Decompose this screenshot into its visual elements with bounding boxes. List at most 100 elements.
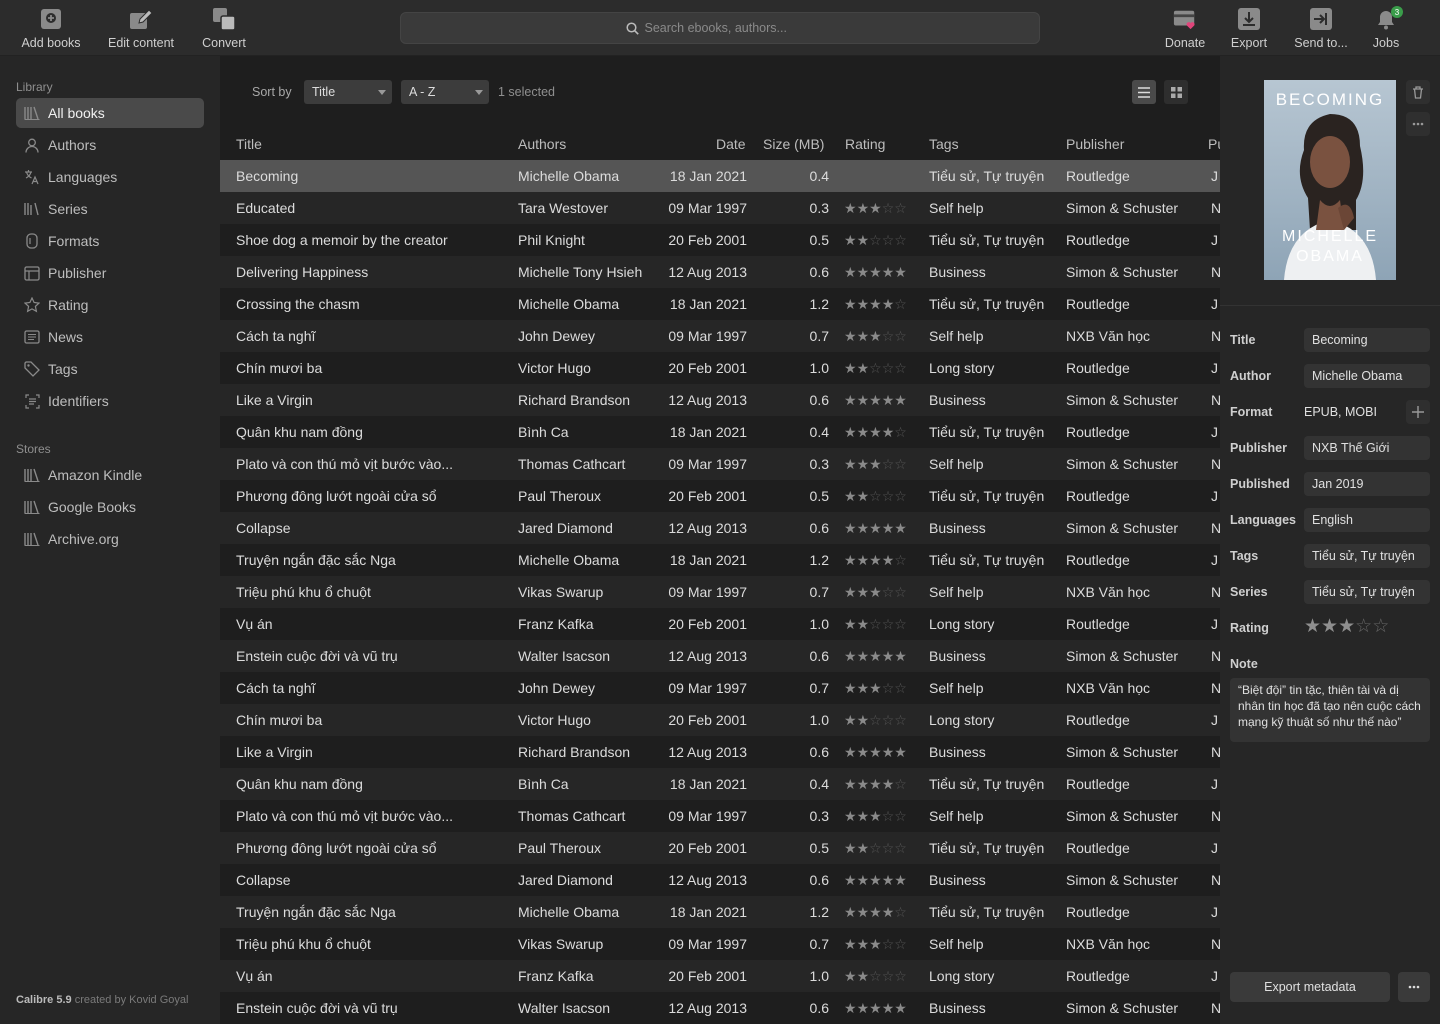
grid-view-button[interactable] bbox=[1164, 80, 1188, 104]
table-row[interactable]: Cách ta nghĩ John Dewey 09 Mar 1997 0.7 Self… bbox=[220, 672, 1220, 704]
sidebar-item-label: All books bbox=[48, 105, 105, 121]
cell-tags: Business bbox=[929, 872, 986, 888]
table-row[interactable]: Like a Virgin Richard Brandson 12 Aug 2013… bbox=[220, 384, 1220, 416]
table-row[interactable]: Delivering Happiness Michelle Tony Hsieh 1… bbox=[220, 256, 1220, 288]
sidebar-item-publisher[interactable]: Publisher bbox=[16, 258, 204, 288]
cell-size: 0.3 bbox=[809, 200, 829, 216]
book-cover-image[interactable]: BECOMING MICHELLE OBAMA bbox=[1264, 80, 1396, 280]
send-to-button[interactable]: Send to... bbox=[1290, 0, 1352, 56]
table-row[interactable]: Plato và con thú mỏ vịt bước vào... Thoma… bbox=[220, 448, 1220, 480]
cell-tags: Business bbox=[929, 648, 986, 664]
cell-size: 0.4 bbox=[809, 424, 829, 440]
table-row[interactable]: Vụ án Franz Kafka 20 Feb 2001 1.0 Long story… bbox=[220, 960, 1220, 992]
table-row[interactable]: Truyện ngắn đặc sắc Nga Michelle Obama 18 … bbox=[220, 544, 1220, 576]
cell-title: Phương đông lướt ngoài cửa sổ bbox=[236, 488, 437, 504]
delete-book-button[interactable] bbox=[1406, 80, 1430, 104]
cell-publisher: Routledge bbox=[1066, 232, 1130, 248]
sidebar-item-all-books[interactable]: All books bbox=[16, 98, 204, 128]
donate-button[interactable]: Donate bbox=[1160, 0, 1210, 56]
languages-field[interactable]: English bbox=[1304, 508, 1430, 532]
sidebar-item-news[interactable]: News bbox=[16, 322, 204, 352]
search-input[interactable] bbox=[644, 21, 815, 35]
table-row[interactable]: Truyện ngắn đặc sắc Nga Michelle Obama 18 … bbox=[220, 896, 1220, 928]
cell-title: Triệu phú khu ổ chuột bbox=[236, 936, 371, 952]
edit-content-button[interactable]: Edit content bbox=[104, 0, 178, 56]
table-row[interactable]: Cách ta nghĩ John Dewey 09 Mar 1997 0.7 Self… bbox=[220, 320, 1220, 352]
table-row[interactable]: Quân khu nam đồng Bình Ca 18 Jan 2021 0.4 Ti… bbox=[220, 416, 1220, 448]
col-authors[interactable]: Authors bbox=[518, 136, 566, 152]
publisher-field[interactable]: NXB Thế Giới bbox=[1304, 436, 1430, 460]
table-row[interactable]: Vụ án Franz Kafka 20 Feb 2001 1.0 Long story… bbox=[220, 608, 1220, 640]
table-row[interactable]: Triệu phú khu ổ chuột Vikas Swarup 09 Mar … bbox=[220, 576, 1220, 608]
table-row[interactable]: Shoe dog a memoir by the creator Phil Kni… bbox=[220, 224, 1220, 256]
table-row[interactable]: Collapse Jared Diamond 12 Aug 2013 0.6 Busin… bbox=[220, 864, 1220, 896]
cell-pu: J bbox=[1211, 168, 1218, 184]
sort-field-select[interactable]: Title bbox=[304, 80, 392, 104]
table-row[interactable]: Like a Virgin Richard Brandson 12 Aug 2013… bbox=[220, 736, 1220, 768]
col-title[interactable]: Title bbox=[236, 136, 262, 152]
sidebar-item-tags[interactable]: Tags bbox=[16, 354, 204, 384]
rating-stars[interactable]: ★★★☆☆ bbox=[1304, 617, 1389, 637]
table-row[interactable]: Crossing the chasm Michelle Obama 18 Jan 2… bbox=[220, 288, 1220, 320]
col-size[interactable]: Size (MB) bbox=[763, 136, 824, 152]
series-field[interactable]: Tiểu sử, Tự truyện bbox=[1304, 580, 1430, 604]
table-row[interactable]: Quân khu nam đồng Bình Ca 18 Jan 2021 0.4 Ti… bbox=[220, 768, 1220, 800]
table-row[interactable]: Enstein cuộc đời và vũ trụ Walter Isacson… bbox=[220, 992, 1220, 1024]
cell-author: Michelle Tony Hsieh bbox=[518, 264, 643, 280]
more-actions-button[interactable] bbox=[1406, 112, 1430, 136]
sidebar-item-series[interactable]: Series bbox=[16, 194, 204, 224]
col-publisher[interactable]: Publisher bbox=[1066, 136, 1124, 152]
cell-size: 1.0 bbox=[809, 968, 829, 984]
cell-publisher: Routledge bbox=[1066, 904, 1130, 920]
cell-date: 12 Aug 2013 bbox=[668, 392, 747, 408]
table-row[interactable]: Collapse Jared Diamond 12 Aug 2013 0.6 Busin… bbox=[220, 512, 1220, 544]
sidebar-item-rating[interactable]: Rating bbox=[16, 290, 204, 320]
store-item-google-books[interactable]: Google Books bbox=[16, 492, 204, 522]
table-row[interactable]: Plato và con thú mỏ vịt bước vào... Thoma… bbox=[220, 800, 1220, 832]
table-row[interactable]: Triệu phú khu ổ chuột Vikas Swarup 09 Mar … bbox=[220, 928, 1220, 960]
sidebar-item-identifiers[interactable]: Identifiers bbox=[16, 386, 204, 416]
col-date[interactable]: Date bbox=[716, 136, 746, 152]
add-format-button[interactable] bbox=[1406, 400, 1430, 424]
cell-size: 1.0 bbox=[809, 360, 829, 376]
tags-field[interactable]: Tiểu sử, Tự truyện bbox=[1304, 544, 1430, 568]
table-row[interactable]: Educated Tara Westover 09 Mar 1997 0.3 Self … bbox=[220, 192, 1220, 224]
cell-pu: J bbox=[1211, 232, 1218, 248]
jobs-button[interactable]: 3 Jobs bbox=[1370, 0, 1403, 56]
export-more-button[interactable] bbox=[1398, 972, 1430, 1002]
cell-date: 18 Jan 2021 bbox=[669, 296, 747, 312]
author-field[interactable]: Michelle Obama bbox=[1304, 364, 1430, 388]
cell-date: 12 Aug 2013 bbox=[668, 872, 747, 888]
cell-publisher: Routledge bbox=[1066, 168, 1130, 184]
cell-pu: J bbox=[1211, 360, 1218, 376]
table-row[interactable]: Phương đông lướt ngoài cửa sổ Paul Therou… bbox=[220, 480, 1220, 512]
sidebar-item-languages[interactable]: Languages bbox=[16, 162, 204, 192]
title-field[interactable]: Becoming bbox=[1304, 328, 1430, 352]
cell-title: Chín mươi ba bbox=[236, 360, 323, 376]
store-item-archive-org[interactable]: Archive.org bbox=[16, 524, 204, 554]
convert-button[interactable]: Convert bbox=[198, 0, 250, 56]
sort-order-select[interactable]: A - Z bbox=[401, 80, 489, 104]
add-books-button[interactable]: Add books bbox=[18, 0, 84, 56]
table-row[interactable]: Phương đông lướt ngoài cửa sổ Paul Therou… bbox=[220, 832, 1220, 864]
send-to-icon bbox=[1309, 7, 1333, 31]
table-row[interactable]: Chín mươi ba Victor Hugo 20 Feb 2001 1.0 Lon… bbox=[220, 704, 1220, 736]
sidebar-item-authors[interactable]: Authors bbox=[16, 130, 204, 160]
table-row[interactable]: Becoming Michelle Obama 18 Jan 2021 0.4 Tiểu… bbox=[220, 160, 1220, 192]
col-pubdate[interactable]: Pu bbox=[1208, 136, 1220, 152]
export-button[interactable]: Export bbox=[1226, 0, 1272, 56]
store-item-amazon-kindle[interactable]: Amazon Kindle bbox=[16, 460, 204, 490]
cell-date: 20 Feb 2001 bbox=[668, 712, 747, 728]
sidebar-item-formats[interactable]: Formats bbox=[16, 226, 204, 256]
list-view-button[interactable] bbox=[1132, 80, 1156, 104]
export-metadata-button[interactable]: Export metadata bbox=[1230, 972, 1390, 1002]
table-row[interactable]: Enstein cuộc đời và vũ trụ Walter Isacson… bbox=[220, 640, 1220, 672]
search-box[interactable] bbox=[400, 12, 1040, 44]
col-rating[interactable]: Rating bbox=[845, 136, 885, 152]
col-tags[interactable]: Tags bbox=[929, 136, 959, 152]
table-row[interactable]: Chín mươi ba Victor Hugo 20 Feb 2001 1.0 Lon… bbox=[220, 352, 1220, 384]
note-field[interactable]: “Biệt đội” tin tặc, thiên tài và dị nhân… bbox=[1230, 678, 1430, 742]
published-field[interactable]: Jan 2019 bbox=[1304, 472, 1430, 496]
cell-title: Chín mươi ba bbox=[236, 712, 323, 728]
cell-size: 0.3 bbox=[809, 456, 829, 472]
